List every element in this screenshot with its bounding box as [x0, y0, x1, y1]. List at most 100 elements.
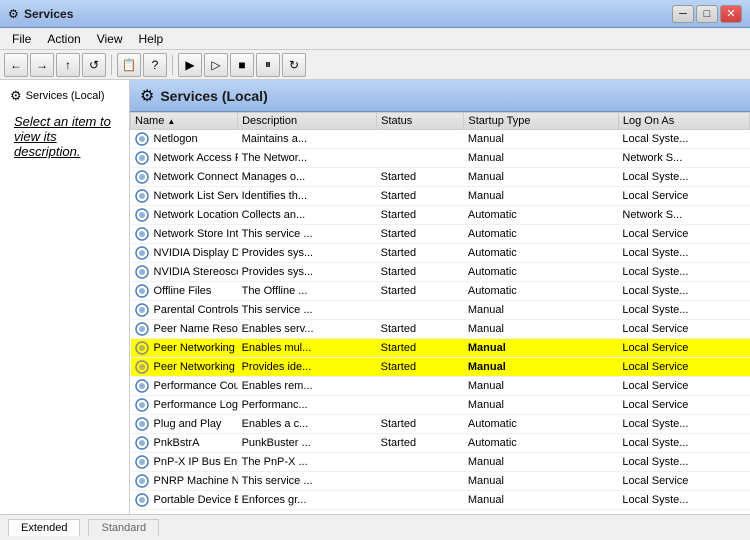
cell-logon: Local Syste...	[618, 301, 749, 320]
toolbar-separator-1	[111, 55, 112, 75]
cell-startup: Automatic	[464, 263, 619, 282]
cell-desc: Enables mul...	[238, 339, 377, 358]
services-table-wrapper[interactable]: Name ▲ Description Status Startup Type	[130, 112, 750, 514]
cell-name: Network Connecti...	[131, 168, 238, 187]
name-sort-arrow: ▲	[167, 117, 175, 126]
restore-button[interactable]: □	[696, 5, 718, 23]
menu-help[interactable]: Help	[131, 30, 172, 48]
cell-logon: Local Service	[618, 187, 749, 206]
table-row[interactable]: NVIDIA Stereosco... Provides sys... Star…	[131, 263, 750, 282]
cell-desc: Collects an...	[238, 206, 377, 225]
col-startup[interactable]: Startup Type	[464, 113, 619, 130]
cell-desc: Identifies th...	[238, 187, 377, 206]
restart-button[interactable]: ↻	[282, 53, 306, 77]
cell-name: PnkBstrA	[131, 434, 238, 453]
table-row[interactable]: Parental Controls This service ... Manua…	[131, 301, 750, 320]
cell-startup: Manual	[464, 396, 619, 415]
menu-action[interactable]: Action	[39, 30, 88, 48]
main-content: ⚙ Services (Local) Select an item to vie…	[0, 80, 750, 514]
forward-button[interactable]: →	[30, 53, 54, 77]
table-row[interactable]: Network Access P... The Networ... Manual…	[131, 149, 750, 168]
stop-button[interactable]: ■	[230, 53, 254, 77]
table-row[interactable]: Network List Service Identifies th... St…	[131, 187, 750, 206]
table-row[interactable]: Netlogon Maintains a... Manual Local Sys…	[131, 130, 750, 149]
help-icon-button[interactable]: ?	[143, 53, 167, 77]
table-row[interactable]: Portable Device E... Enforces gr... Manu…	[131, 491, 750, 510]
cell-startup: Manual	[464, 149, 619, 168]
cell-status	[377, 130, 464, 149]
service-icon	[135, 265, 149, 279]
up-button[interactable]: ↑	[56, 53, 80, 77]
table-row[interactable]: Performance Cou... Enables rem... Manual…	[131, 377, 750, 396]
service-icon	[135, 436, 149, 450]
table-row[interactable]: Performance Logs... Performanc... Manual…	[131, 396, 750, 415]
cell-name: Netlogon	[131, 130, 238, 149]
close-button[interactable]: ✕	[720, 5, 742, 23]
cell-name: Peer Networking I...	[131, 358, 238, 377]
cell-desc: The Offline ...	[238, 282, 377, 301]
back-button[interactable]: ←	[4, 53, 28, 77]
cell-logon: Network S...	[618, 206, 749, 225]
cell-desc: Enables rem...	[238, 377, 377, 396]
table-row[interactable]: Peer Networking ... Enables mul... Start…	[131, 339, 750, 358]
cell-startup: Manual	[464, 130, 619, 149]
tab-standard[interactable]: Standard	[88, 519, 159, 536]
play-next-button[interactable]: ▷	[204, 53, 228, 77]
pause-button[interactable]: ⏸	[256, 53, 280, 77]
cell-logon: Local Syste...	[618, 130, 749, 149]
col-name[interactable]: Name ▲	[131, 113, 238, 130]
cell-startup: Automatic	[464, 244, 619, 263]
cell-startup: Manual	[464, 168, 619, 187]
services-header-icon: ⚙	[140, 86, 154, 106]
col-description[interactable]: Description	[238, 113, 377, 130]
table-row[interactable]: Peer Name Resolu... Enables serv... Star…	[131, 320, 750, 339]
table-row[interactable]: PnP-X IP Bus Enu... The PnP-X ... Manual…	[131, 453, 750, 472]
tab-extended[interactable]: Extended	[8, 519, 80, 536]
cell-name: Network Location ...	[131, 206, 238, 225]
col-status[interactable]: Status	[377, 113, 464, 130]
service-icon	[135, 246, 149, 260]
col-logon[interactable]: Log On As	[618, 113, 749, 130]
table-row[interactable]: NVIDIA Display Dri... Provides sys... St…	[131, 244, 750, 263]
cell-status: Started	[377, 168, 464, 187]
table-row[interactable]: Network Store Int... This service ... St…	[131, 225, 750, 244]
table-row[interactable]: Peer Networking I... Provides ide... Sta…	[131, 358, 750, 377]
services-panel: ⚙ Services (Local) Name ▲ Description	[130, 80, 750, 514]
menu-view[interactable]: View	[89, 30, 131, 48]
cell-startup: Manual	[464, 491, 619, 510]
toolbar: ← → ↑ ↺ 📋 ? ▶ ▷ ■ ⏸ ↻	[0, 50, 750, 80]
properties-button[interactable]: 📋	[117, 53, 141, 77]
service-icon	[135, 360, 149, 374]
cell-startup: Manual	[464, 320, 619, 339]
cell-status: Started	[377, 320, 464, 339]
service-icon	[135, 151, 149, 165]
service-icon	[135, 341, 149, 355]
table-row[interactable]: Plug and Play Enables a c... Started Aut…	[131, 415, 750, 434]
sidebar-item-services-local[interactable]: ⚙ Services (Local)	[6, 86, 123, 106]
table-row[interactable]: Network Location ... Collects an... Star…	[131, 206, 750, 225]
window-title: Services	[24, 7, 672, 21]
service-icon	[135, 170, 149, 184]
table-row[interactable]: Offline Files The Offline ... Started Au…	[131, 282, 750, 301]
cell-status	[377, 491, 464, 510]
cell-status: Started	[377, 415, 464, 434]
minimize-button[interactable]: ─	[672, 5, 694, 23]
cell-name: Peer Name Resolu...	[131, 320, 238, 339]
service-icon	[135, 398, 149, 412]
cell-logon: Local Syste...	[618, 415, 749, 434]
cell-logon: Local Service	[618, 396, 749, 415]
play-button[interactable]: ▶	[178, 53, 202, 77]
cell-status: Started	[377, 225, 464, 244]
cell-status: Started	[377, 263, 464, 282]
cell-startup: Manual	[464, 187, 619, 206]
cell-desc: The PnP-X ...	[238, 453, 377, 472]
table-row[interactable]: PNRP Machine Na... This service ... Manu…	[131, 472, 750, 491]
table-row[interactable]: Network Connecti... Manages o... Started…	[131, 168, 750, 187]
service-icon	[135, 417, 149, 431]
cell-desc: Provides sys...	[238, 244, 377, 263]
cell-startup: Manual	[464, 472, 619, 491]
table-row[interactable]: PnkBstrA PunkBuster ... Started Automati…	[131, 434, 750, 453]
refresh-button[interactable]: ↺	[82, 53, 106, 77]
cell-status	[377, 149, 464, 168]
menu-file[interactable]: File	[4, 30, 39, 48]
